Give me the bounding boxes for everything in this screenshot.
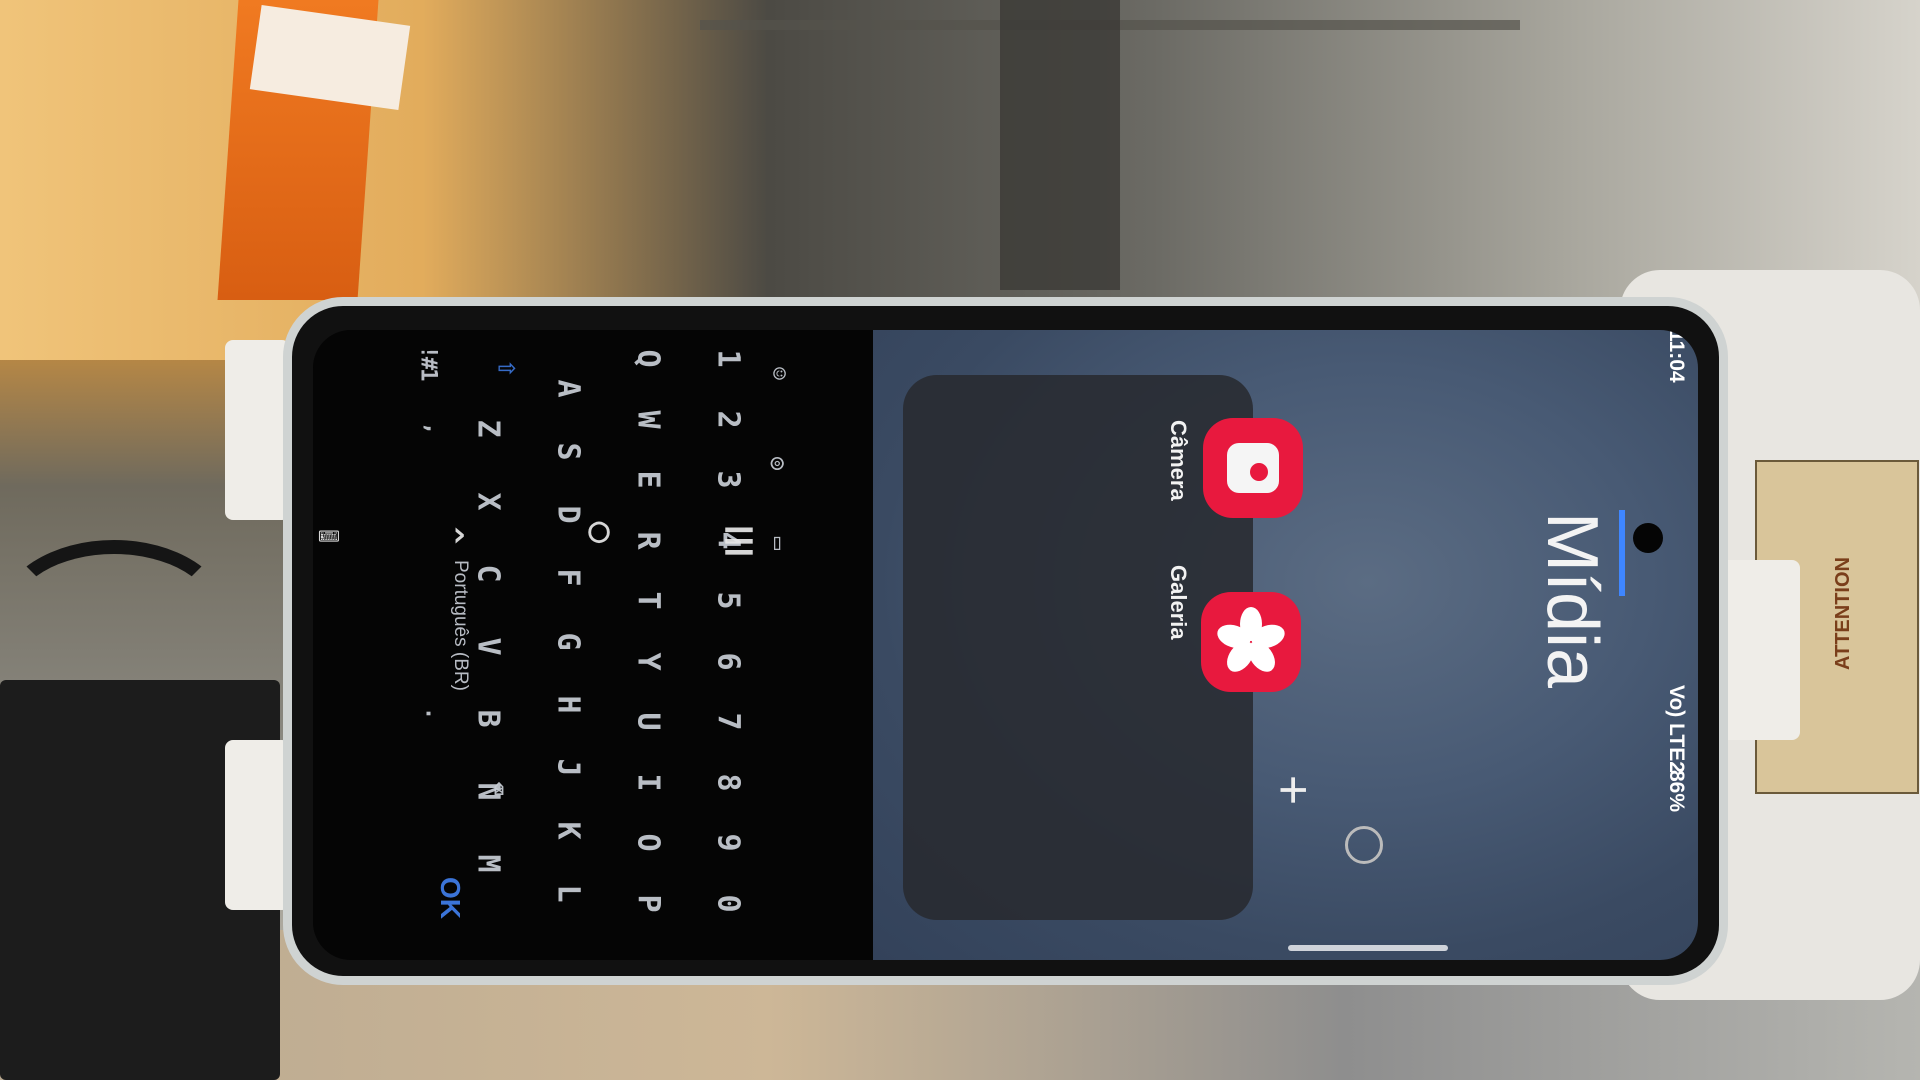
key-u[interactable]: U (631, 691, 666, 751)
symbols-key[interactable]: !#1 (416, 333, 441, 393)
spacebar[interactable]: Português (BR) (423, 560, 483, 691)
shift-key[interactable]: ⇧ (491, 338, 526, 398)
gesture-handle[interactable] (1288, 945, 1448, 951)
key-j[interactable]: J (551, 736, 586, 796)
key-o[interactable]: O (631, 812, 666, 872)
key-d[interactable]: D (551, 484, 586, 544)
gif-toolbar-icon[interactable]: ▭ ▤ ◉ ⋮ ☰ ○ ‹ ⌨ (320, 513, 790, 573)
key-3[interactable]: 3 (711, 449, 746, 509)
key-s[interactable]: S (551, 421, 586, 481)
keyboard-switch-icon[interactable]: ⌨ (320, 514, 340, 555)
key-z[interactable]: Z (471, 398, 506, 458)
key-7[interactable]: 7 (711, 691, 746, 751)
key-b[interactable]: B (471, 688, 506, 748)
key-f[interactable]: F (551, 547, 586, 607)
home-icon[interactable]: ○ (590, 514, 610, 555)
camera-lens-dot (1247, 460, 1271, 484)
key-x[interactable]: X (471, 470, 506, 530)
cable (0, 540, 228, 688)
key-2[interactable]: 2 (711, 388, 746, 448)
comma-key[interactable]: , (421, 398, 446, 458)
key-h[interactable]: H (551, 673, 586, 733)
backspace-key[interactable]: ⌫ (486, 758, 511, 818)
keyboard-row-1: QWERTYUIOP (613, 340, 683, 920)
key-k[interactable]: K (551, 799, 586, 859)
phone-clamp-right (1720, 560, 1800, 740)
key-m[interactable]: M (471, 833, 506, 893)
key-8[interactable]: 8 (711, 751, 746, 811)
key-9[interactable]: 9 (711, 812, 746, 872)
folder-title-input[interactable]: Mídia (1531, 512, 1613, 688)
camera-label: Câmera (1166, 420, 1191, 501)
rack-post (1000, 0, 1120, 290)
emoji-toolbar-icon[interactable]: ☺ (766, 343, 791, 403)
language-label: Português (BR) (450, 560, 471, 691)
key-0[interactable]: 0 (711, 872, 746, 932)
key-6[interactable]: 6 (711, 630, 746, 690)
text-cursor (1619, 510, 1625, 596)
sticker-toolbar-icon[interactable]: ◎ (766, 433, 791, 493)
key-5[interactable]: 5 (711, 570, 746, 630)
add-app-button[interactable]: + (1263, 775, 1323, 805)
keyboard-row-2: ASDFGHJKL (533, 370, 603, 910)
key-t[interactable]: T (631, 570, 666, 630)
recent-apps-icon[interactable]: ☰ (725, 519, 755, 560)
phone-screen: 1234567890 QWERTYUIOP ASDFGHJKL ZXCVBNM … (313, 330, 1698, 960)
key-l[interactable]: L (551, 863, 586, 923)
status-time: 11:04 (1665, 330, 1688, 383)
key-w[interactable]: W (631, 388, 666, 448)
camera-app[interactable] (1203, 418, 1303, 518)
key-p[interactable]: P (631, 872, 666, 932)
ok-key[interactable]: OK (434, 877, 466, 919)
key-1[interactable]: 1 (711, 330, 746, 388)
status-network: Vo) LTE2 (1665, 685, 1688, 773)
key-i[interactable]: I (631, 751, 666, 811)
gallery-label: Galeria (1166, 565, 1191, 640)
keyboard-number-row: 1234567890 (693, 340, 763, 920)
phone-clamp-left-top (225, 340, 290, 520)
keyboard: 1234567890 QWERTYUIOP ASDFGHJKL ZXCVBNM … (313, 330, 1688, 960)
gallery-app[interactable] (1201, 592, 1301, 692)
status-battery: 86% (1665, 770, 1688, 813)
back-icon[interactable]: ‹ (450, 516, 470, 557)
key-g[interactable]: G (551, 610, 586, 670)
key-e[interactable]: E (631, 449, 666, 509)
folder-color-button[interactable] (1345, 826, 1383, 864)
key-y[interactable]: Y (631, 630, 666, 690)
phone-clamp-left-bottom (225, 740, 290, 910)
period-key[interactable]: . (421, 683, 446, 743)
front-camera (1633, 523, 1663, 553)
key-a[interactable]: A (551, 358, 586, 418)
key-r[interactable]: R (631, 509, 666, 569)
key-q[interactable]: Q (631, 330, 666, 388)
